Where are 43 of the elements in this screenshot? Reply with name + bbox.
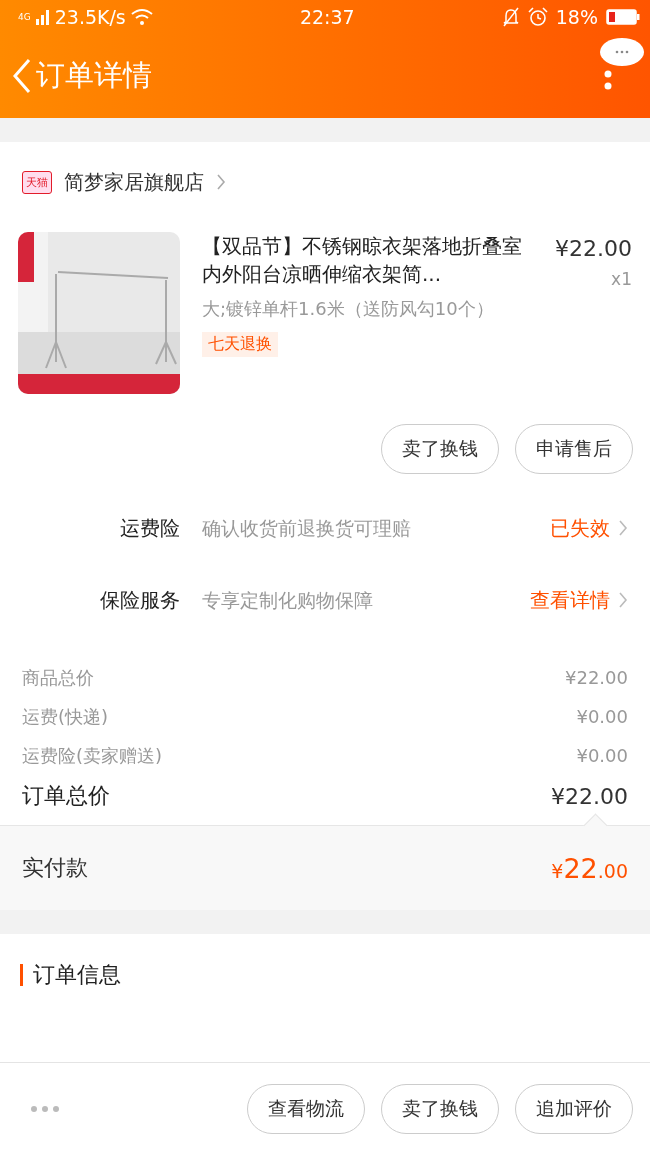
store-badge: 天猫 bbox=[22, 170, 52, 194]
price-value: ¥0.00 bbox=[576, 745, 628, 766]
chevron-icon bbox=[618, 519, 628, 537]
battery-percent: 18% bbox=[555, 6, 598, 28]
alarm-icon bbox=[527, 7, 548, 27]
action-button[interactable]: 申请售后 bbox=[515, 424, 633, 474]
price-label: 运费险(卖家赠送) bbox=[22, 743, 163, 768]
price-label: 运费(快递) bbox=[22, 704, 109, 729]
price-value: ¥22.00 bbox=[565, 667, 628, 688]
battery-icon bbox=[606, 8, 640, 26]
accent-bar bbox=[20, 964, 23, 986]
product-variant: 大;镀锌单杆1.6米（送防风勾10个） bbox=[202, 297, 495, 321]
product-price: ¥22.00 bbox=[555, 236, 632, 261]
bell-muted-icon bbox=[501, 7, 520, 27]
service-label: 保险服务 bbox=[99, 586, 180, 614]
product-quantity: x1 bbox=[610, 269, 632, 289]
action-button[interactable]: 卖了换钱 bbox=[381, 424, 499, 474]
total-value: ¥22.00 bbox=[551, 783, 628, 809]
network-speed: 23.5K/s bbox=[54, 6, 126, 28]
price-label: 商品总价 bbox=[22, 665, 94, 690]
service-description: 专享定制化购物保障 bbox=[201, 588, 374, 612]
back-icon bbox=[12, 58, 32, 94]
action-button[interactable]: 查看物流 bbox=[247, 1084, 365, 1134]
action-button[interactable]: 卖了换钱 bbox=[381, 1084, 499, 1134]
service-description: 确认收货前退换货可理赔 bbox=[201, 516, 412, 540]
signal-icon bbox=[35, 9, 50, 25]
page-title: 订单详情 bbox=[36, 57, 152, 94]
chevron-icon bbox=[216, 173, 226, 191]
return-tag: 七天退换 bbox=[202, 332, 278, 357]
product-title[interactable]: 【双品节】不锈钢晾衣架落地折叠室内外阳台凉晒伸缩衣架简... bbox=[202, 232, 533, 288]
chevron-icon bbox=[618, 591, 628, 609]
section-title: 订单信息 bbox=[33, 961, 121, 989]
total-label: 订单总价 bbox=[22, 782, 110, 810]
paid-amount: ¥22.00 bbox=[551, 852, 628, 884]
more-icon bbox=[30, 1105, 60, 1113]
wifi-icon bbox=[130, 8, 153, 26]
clock: 22:37 bbox=[299, 6, 355, 28]
price-value: ¥0.00 bbox=[576, 706, 628, 727]
action-button[interactable]: 追加评价 bbox=[515, 1084, 633, 1134]
paid-label: 实付款 bbox=[22, 854, 88, 882]
network-label: 4G bbox=[18, 12, 31, 22]
store-link[interactable]: 天猫 简梦家居旗舰店 bbox=[0, 142, 650, 222]
service-label: 运费险 bbox=[119, 514, 180, 542]
